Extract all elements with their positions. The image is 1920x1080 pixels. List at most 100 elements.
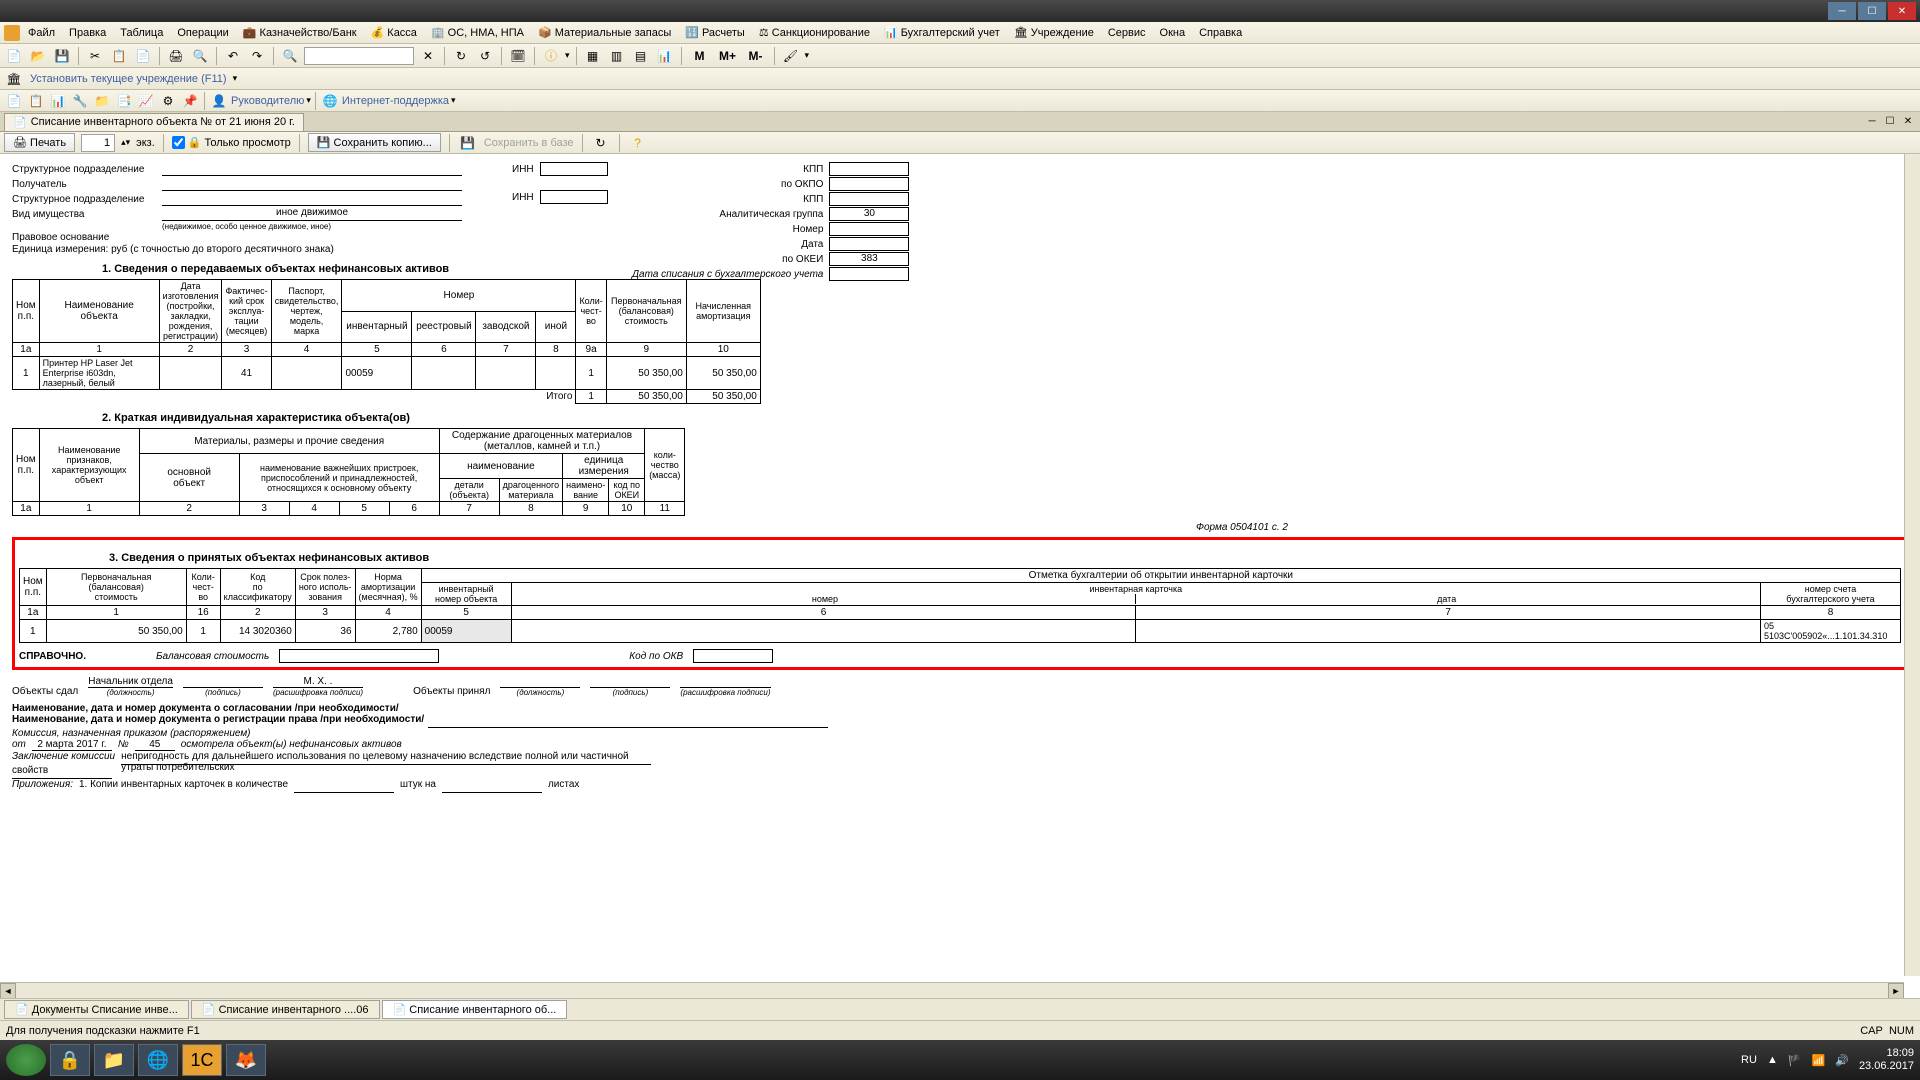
task-chrome[interactable]: 🌐: [138, 1044, 178, 1076]
help-print-icon[interactable]: ?: [628, 133, 648, 153]
ag-label: Аналитическая группа: [719, 209, 823, 220]
menu-treasury[interactable]: 💼Казначейство/Банк: [237, 24, 363, 41]
internet-support-link[interactable]: Интернет-поддержка: [342, 95, 449, 107]
save-copy-button[interactable]: 💾 Сохранить копию...: [308, 133, 441, 152]
redo-icon[interactable]: ↷: [247, 46, 267, 66]
refresh-icon[interactable]: ↻: [451, 46, 471, 66]
horizontal-scrollbar[interactable]: ◄►: [0, 982, 1904, 998]
copies-input[interactable]: [81, 134, 115, 152]
view-only-checkbox[interactable]: 🔒Только просмотр: [172, 136, 291, 149]
cut-icon[interactable]: ✂: [85, 46, 105, 66]
doc-tab-title: Списание инвентарного объекта № от 21 ию…: [31, 116, 295, 128]
vertical-scrollbar[interactable]: [1904, 154, 1920, 976]
menu-help[interactable]: Справка: [1193, 25, 1248, 41]
copy-icon[interactable]: 📋: [109, 46, 129, 66]
tray-clock[interactable]: 18:09 23.06.2017: [1859, 1047, 1914, 1073]
menu-file[interactable]: Файл: [22, 25, 61, 41]
preview-icon[interactable]: 🔍: [190, 46, 210, 66]
att-text: 1. Копии инвентарных карточек в количест…: [79, 779, 288, 793]
status-bar: Для получения подсказки нажмите F1 CAP N…: [0, 1020, 1920, 1040]
okv-box: [693, 649, 773, 663]
tray-sound-icon[interactable]: 🔊: [1835, 1054, 1849, 1067]
minimize-button[interactable]: ─: [1828, 2, 1856, 20]
balance-box: [279, 649, 439, 663]
menu-kassa[interactable]: 💰Касса: [365, 24, 423, 41]
okpo-label: по ОКПО: [781, 179, 823, 190]
ir-2[interactable]: 📋: [26, 91, 46, 111]
document-tab-bar: 📄 Списание инвентарного объекта № от 21 …: [0, 112, 1920, 132]
new-doc-icon[interactable]: 📄: [4, 46, 24, 66]
user-icon[interactable]: 👤: [209, 91, 229, 111]
btab-1[interactable]: 📄 Документы Списание инве...: [4, 1000, 189, 1019]
institution-icon[interactable]: 🏛: [4, 69, 24, 89]
search-input[interactable]: [304, 47, 414, 65]
menu-materials[interactable]: 📦Материальные запасы: [532, 24, 677, 41]
calc-icon[interactable]: 🗓: [508, 46, 528, 66]
menu-edit[interactable]: Правка: [63, 25, 112, 41]
save-db-icon[interactable]: 💾: [458, 133, 478, 153]
start-button[interactable]: [6, 1044, 46, 1076]
menu-sanctions[interactable]: ⚖Санкционирование: [753, 24, 876, 41]
set-institution-link[interactable]: Установить текущее учреждение (F11): [30, 73, 227, 85]
menu-operations[interactable]: Операции: [171, 25, 234, 41]
grid1-icon[interactable]: ▦: [583, 46, 603, 66]
document-tab[interactable]: 📄 Списание инвентарного объекта № от 21 …: [4, 113, 304, 131]
inn-label-1: ИНН: [512, 164, 534, 175]
paste-icon[interactable]: 📄: [133, 46, 153, 66]
undo-icon[interactable]: ↶: [223, 46, 243, 66]
manager-link[interactable]: Руководителю: [231, 95, 304, 107]
task-security[interactable]: 🔒: [50, 1044, 90, 1076]
tray-up-icon[interactable]: ▲: [1767, 1054, 1778, 1066]
refresh-print-icon[interactable]: ↻: [591, 133, 611, 153]
task-firefox[interactable]: 🦊: [226, 1044, 266, 1076]
task-1c[interactable]: 1С: [182, 1044, 222, 1076]
task-explorer[interactable]: 📁: [94, 1044, 134, 1076]
open-icon[interactable]: 📂: [28, 46, 48, 66]
ir-7[interactable]: 📈: [136, 91, 156, 111]
grid3-icon[interactable]: ▤: [631, 46, 651, 66]
m-button[interactable]: M: [688, 46, 712, 66]
legal-basis-label: Правовое основание: [12, 232, 162, 243]
inspected-label: осмотрела объект(ы) нефинансовых активов: [181, 739, 402, 750]
menu-windows[interactable]: Окна: [1154, 25, 1192, 41]
menu-table[interactable]: Таблица: [114, 25, 169, 41]
menu-institution[interactable]: 🏛Учреждение: [1008, 24, 1100, 41]
btab-3[interactable]: 📄 Списание инвентарного об...: [382, 1000, 568, 1019]
tray-lang[interactable]: RU: [1741, 1054, 1757, 1066]
ir-8[interactable]: ⚙: [158, 91, 178, 111]
mplus-button[interactable]: M+: [716, 46, 740, 66]
print-button[interactable]: 🖨 Печать: [4, 133, 75, 152]
chart-icon[interactable]: 📊: [655, 46, 675, 66]
refresh2-icon[interactable]: ↺: [475, 46, 495, 66]
tab-max-button[interactable]: ☐: [1882, 114, 1898, 130]
clear-search-icon[interactable]: ✕: [418, 46, 438, 66]
mminus-button[interactable]: M-: [744, 46, 768, 66]
menu-calculations[interactable]: 🔢Расчеты: [679, 24, 751, 41]
ir-9[interactable]: 📌: [180, 91, 200, 111]
ir-3[interactable]: 📊: [48, 91, 68, 111]
ir-6[interactable]: 📑: [114, 91, 134, 111]
tray-network-icon[interactable]: 📶: [1812, 1054, 1826, 1067]
menu-os[interactable]: 🏢ОС, НМА, НПА: [425, 24, 530, 41]
btab-2[interactable]: 📄 Списание инвентарного ....06: [191, 1000, 380, 1019]
form-page-note: Форма 0504101 с. 2: [12, 522, 1288, 533]
search-icon[interactable]: 🔍: [280, 46, 300, 66]
tab-min-button[interactable]: ─: [1864, 114, 1880, 130]
section3-title: 3. Сведения о принятых объектах нефинанс…: [109, 552, 1901, 564]
ir-1[interactable]: 📄: [4, 91, 24, 111]
close-button[interactable]: ✕: [1888, 2, 1916, 20]
maximize-button[interactable]: ☐: [1858, 2, 1886, 20]
help-icon[interactable]: ⓘ: [541, 46, 561, 66]
tab-close-button[interactable]: ✕: [1900, 114, 1916, 130]
pieces-label: штук на: [400, 779, 436, 793]
menu-service[interactable]: Сервис: [1102, 25, 1152, 41]
menu-accounting[interactable]: 📊Бухгалтерский учет: [878, 24, 1006, 41]
brush-icon[interactable]: 🖌: [781, 46, 801, 66]
grid2-icon[interactable]: ▥: [607, 46, 627, 66]
save-icon[interactable]: 💾: [52, 46, 72, 66]
ir-4[interactable]: 🔧: [70, 91, 90, 111]
globe-icon[interactable]: 🌐: [320, 91, 340, 111]
print-icon[interactable]: 🖨: [166, 46, 186, 66]
tray-flag-icon[interactable]: 🏴: [1788, 1054, 1802, 1067]
ir-5[interactable]: 📁: [92, 91, 112, 111]
